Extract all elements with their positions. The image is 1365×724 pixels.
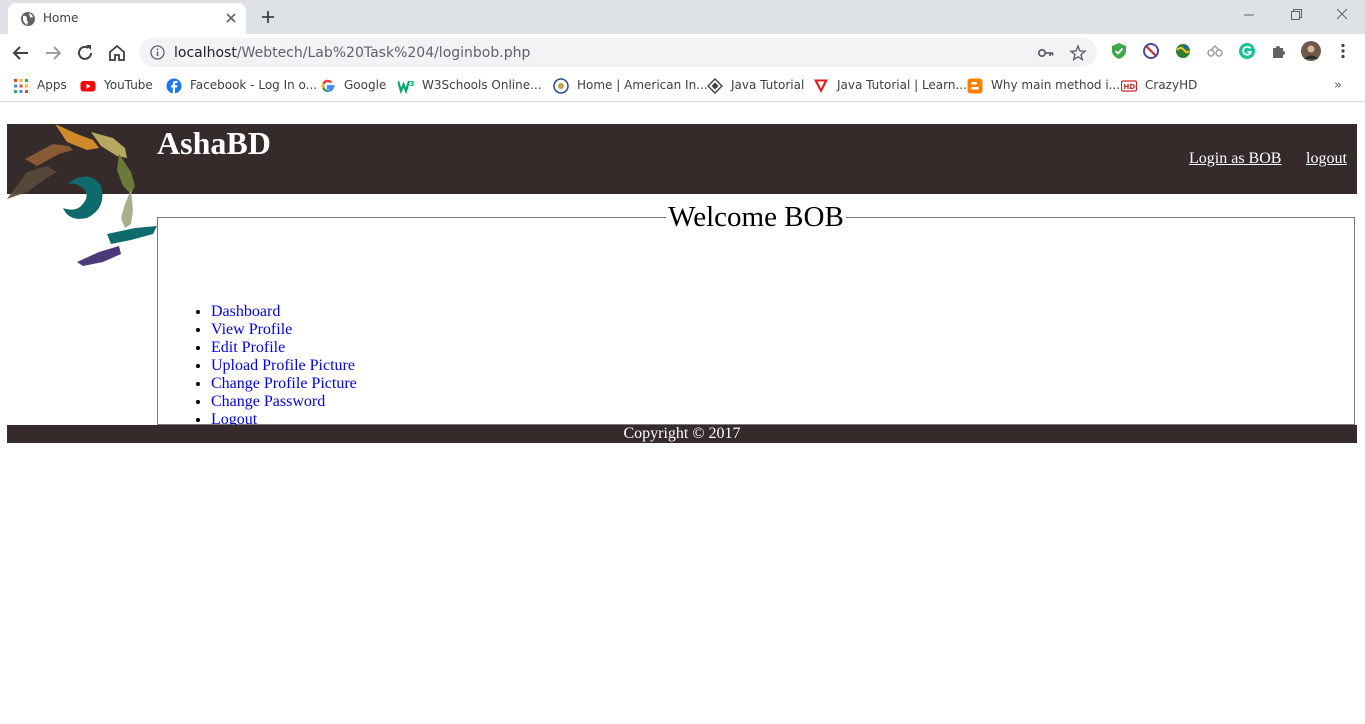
reload-icon[interactable] xyxy=(74,42,96,64)
page-viewport: AshaBD Login as BOB logout Welcome BOB D… xyxy=(0,103,1365,724)
bookmark-label: Why main method i... xyxy=(991,78,1121,92)
hands-logo-icon xyxy=(7,124,157,266)
list-item: Upload Profile Picture xyxy=(211,357,357,375)
shield-extension-icon[interactable] xyxy=(1110,42,1128,60)
upload-profile-picture-link[interactable]: Upload Profile Picture xyxy=(211,357,355,374)
browser-toolbar: localhost/Webtech/Lab%20Task%204/loginbo… xyxy=(0,34,1365,71)
block-extension-icon[interactable] xyxy=(1142,42,1160,60)
url-path: /Webtech/Lab%20Task%204/loginbob.php xyxy=(236,45,531,61)
url-host: localhost xyxy=(174,45,237,61)
bookmark-label: Java Tutorial | Learn... xyxy=(837,78,967,92)
header-logout-link[interactable]: logout xyxy=(1306,150,1347,168)
globe-extension-icon[interactable] xyxy=(1174,42,1192,60)
apps-grid-icon xyxy=(14,79,28,93)
youtube-icon xyxy=(80,81,96,92)
blogger-icon xyxy=(967,78,983,94)
bookmark-label: Google xyxy=(344,78,387,92)
tab-strip: Home xyxy=(0,0,1365,34)
address-bar[interactable]: localhost/Webtech/Lab%20Task%204/loginbo… xyxy=(139,38,1097,67)
user-menu-list: Dashboard View Profile Edit Profile Uplo… xyxy=(177,303,357,429)
welcome-legend: Welcome BOB xyxy=(668,201,844,233)
site-footer: Copyright © 2017 xyxy=(7,425,1357,443)
bookmark-label: Facebook - Log In o... xyxy=(190,78,318,92)
w3schools-icon: 3 xyxy=(398,80,415,94)
american-icon xyxy=(553,78,569,94)
list-item: Edit Profile xyxy=(211,339,357,357)
google-icon xyxy=(321,79,335,92)
crazyhd-icon: HD xyxy=(1121,80,1137,92)
tab-title: Home xyxy=(43,11,79,25)
grammarly-icon[interactable] xyxy=(1238,42,1256,60)
bookmark-label: W3Schools Online... xyxy=(422,78,542,92)
restore-icon[interactable] xyxy=(1283,4,1309,26)
forward-arrow-icon[interactable] xyxy=(42,42,64,64)
info-icon[interactable] xyxy=(150,45,165,60)
list-item: View Profile xyxy=(211,321,357,339)
change-password-link[interactable]: Change Password xyxy=(211,393,325,410)
welcome-panel: Welcome BOB Dashboard View Profile Edit … xyxy=(157,201,1355,428)
login-as-bob-link[interactable]: Login as BOB xyxy=(1189,150,1281,168)
profile-avatar-icon[interactable] xyxy=(1301,41,1321,61)
window-close-icon[interactable] xyxy=(1329,4,1355,26)
java-diamond-icon xyxy=(707,78,723,94)
view-profile-link[interactable]: View Profile xyxy=(211,321,292,338)
java-triangle-icon xyxy=(814,79,828,93)
bookmarks-overflow-chevron[interactable]: » xyxy=(1334,78,1342,93)
list-item: Change Password xyxy=(211,393,357,411)
bookmarks-bar: Apps YouTube Facebook - Log In o... Goog… xyxy=(0,71,1365,102)
new-tab-icon[interactable] xyxy=(258,7,278,27)
dashboard-link[interactable]: Dashboard xyxy=(211,303,280,320)
list-item: Change Profile Picture xyxy=(211,375,357,393)
star-icon[interactable] xyxy=(1069,44,1087,62)
site-title: AshaBD xyxy=(157,125,271,161)
home-icon[interactable] xyxy=(106,42,128,64)
kebab-menu-icon[interactable] xyxy=(1334,42,1352,60)
change-profile-picture-link[interactable]: Change Profile Picture xyxy=(211,375,357,392)
minimize-icon[interactable] xyxy=(1236,4,1262,26)
bookmark-label: CrazyHD xyxy=(1145,78,1198,92)
tab-home[interactable]: Home xyxy=(8,3,246,34)
bookmark-label: Apps xyxy=(37,78,67,92)
key-icon[interactable] xyxy=(1037,44,1055,62)
puzzle-extensions-icon[interactable] xyxy=(1270,42,1288,60)
svg-text:HD: HD xyxy=(1124,83,1136,91)
cloud-extension-icon[interactable] xyxy=(1206,42,1224,60)
svg-text:3: 3 xyxy=(410,80,415,88)
bookmark-label: YouTube xyxy=(104,78,153,92)
list-item: Dashboard xyxy=(211,303,357,321)
facebook-icon xyxy=(166,78,182,94)
globe-icon xyxy=(21,12,35,26)
edit-profile-link[interactable]: Edit Profile xyxy=(211,339,285,356)
back-arrow-icon[interactable] xyxy=(10,42,32,64)
close-icon[interactable] xyxy=(222,9,240,27)
bookmark-label: Java Tutorial xyxy=(731,78,805,92)
url-text[interactable]: localhost/Webtech/Lab%20Task%204/loginbo… xyxy=(174,45,530,61)
bookmark-label: Home | American In... xyxy=(577,78,708,92)
